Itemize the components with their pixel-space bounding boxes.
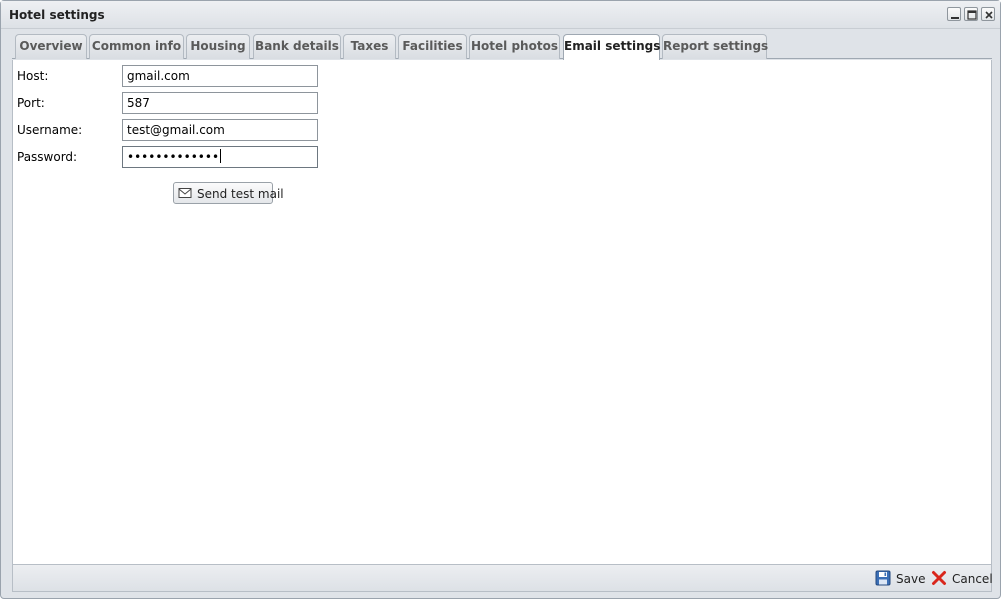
close-icon: [985, 11, 993, 19]
save-label: Save: [896, 572, 926, 586]
close-button[interactable]: [981, 7, 995, 21]
cancel-label: Cancel: [952, 572, 993, 586]
maximize-icon: [967, 10, 977, 20]
username-label: Username:: [17, 123, 83, 137]
minimize-button[interactable]: [947, 7, 961, 21]
tab-overview[interactable]: Overview: [15, 34, 87, 59]
email-settings-panel: Host: gmail.com Port: 587 Username: test…: [12, 60, 992, 564]
maximize-button[interactable]: [964, 7, 978, 21]
username-field[interactable]: test@gmail.com: [122, 119, 318, 141]
cancel-button[interactable]: Cancel: [931, 570, 993, 588]
port-label: Port:: [17, 96, 45, 110]
host-row: Host: gmail.com: [13, 65, 323, 87]
footer-toolbar: Save Cancel: [12, 564, 993, 592]
title-bar[interactable]: Hotel settings: [1, 1, 1000, 29]
username-row: Username: test@gmail.com: [13, 119, 323, 141]
hotel-settings-window: Hotel settings Overview Common info Hous…: [0, 0, 1001, 599]
port-row: Port: 587: [13, 92, 323, 114]
tab-bank-details[interactable]: Bank details: [253, 34, 341, 59]
port-field[interactable]: 587: [122, 92, 318, 114]
password-field[interactable]: •••••••••••••: [122, 146, 318, 168]
send-test-mail-button[interactable]: Send test mail: [173, 182, 284, 204]
minimize-icon: [951, 17, 959, 19]
host-label: Host:: [17, 69, 49, 83]
tab-email-settings[interactable]: Email settings: [563, 34, 660, 60]
host-field[interactable]: gmail.com: [122, 65, 318, 87]
floppy-disk-icon: [875, 570, 891, 586]
password-label: Password:: [17, 150, 78, 164]
password-row: Password: •••••••••••••: [13, 146, 323, 168]
password-value: •••••••••••••: [127, 150, 220, 164]
tab-hotel-photos[interactable]: Hotel photos: [469, 34, 560, 59]
text-caret: [220, 149, 222, 163]
tab-taxes[interactable]: Taxes: [343, 34, 396, 59]
tab-housing[interactable]: Housing: [186, 34, 250, 59]
red-x-icon: [932, 571, 946, 585]
tab-common-info[interactable]: Common info: [89, 34, 184, 59]
tab-strip: Overview Common info Housing Bank detail…: [12, 31, 992, 60]
tab-report-settings[interactable]: Report settings: [662, 34, 768, 59]
tab-facilities[interactable]: Facilities: [398, 34, 467, 59]
send-test-mail-label: Send test mail: [197, 187, 284, 201]
window-title: Hotel settings: [9, 8, 105, 22]
save-button[interactable]: Save: [875, 570, 925, 588]
envelope-icon: [178, 188, 192, 198]
